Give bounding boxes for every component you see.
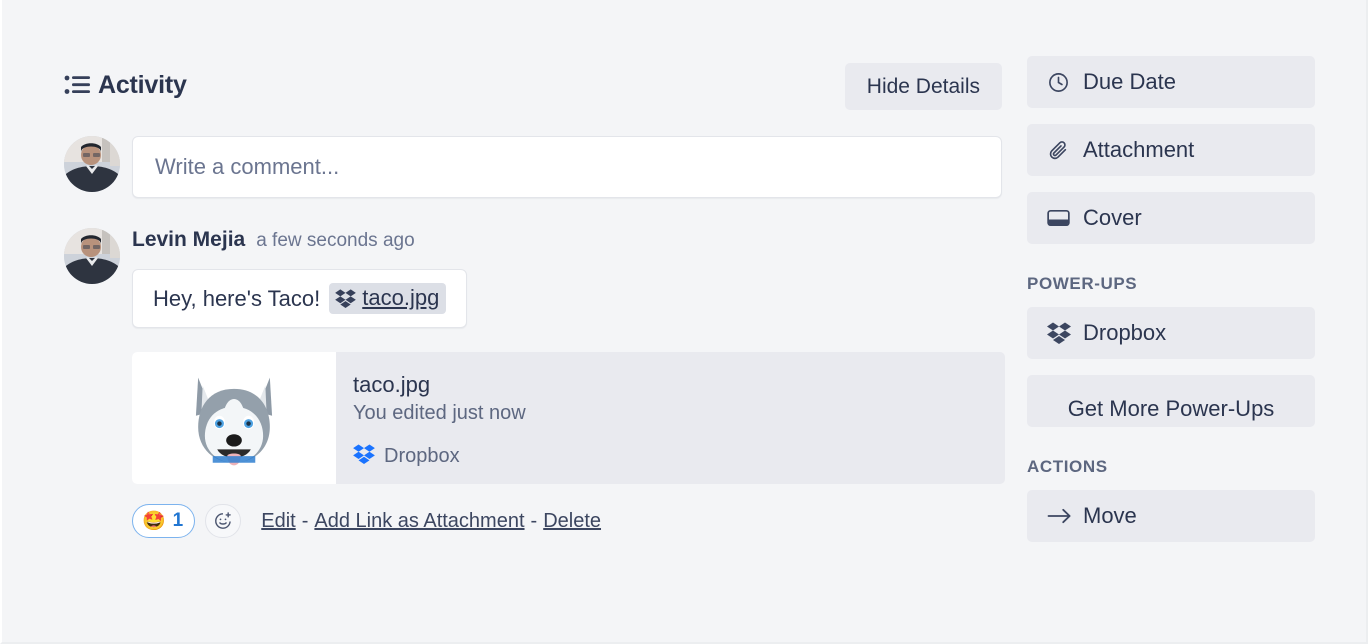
- search-input comment-input[interactable]: [133, 137, 1001, 197]
- sidebar-item-cover[interactable]: Cover: [1027, 192, 1315, 244]
- comment-actions-row: 🤩 1 Edit-Add Li: [132, 503, 1005, 539]
- avatar: [64, 228, 120, 284]
- sidebar-item-label: Dropbox: [1083, 320, 1166, 346]
- star-struck-emoji: 🤩: [142, 512, 166, 531]
- delete-link[interactable]: Delete: [543, 510, 601, 532]
- avatar: [64, 136, 120, 192]
- edit-link[interactable]: Edit: [261, 510, 295, 532]
- link-separator: -: [531, 510, 538, 532]
- comment-bubble[interactable]: Hey, here's Taco! taco.jpg: [132, 269, 467, 328]
- cover-icon: [1047, 208, 1077, 228]
- sidebar: Due Date Attachment Cover POWER-UPS: [1027, 56, 1315, 558]
- reaction-count: 1: [173, 510, 184, 532]
- attachment-chip-label[interactable]: taco.jpg: [362, 285, 439, 311]
- sidebar-item-attachment[interactable]: Attachment: [1027, 124, 1315, 176]
- activity-header: Activity Hide Details: [64, 56, 1002, 114]
- comment-timestamp: a few seconds ago: [256, 230, 414, 252]
- attachment-source-label: Dropbox: [384, 445, 460, 468]
- comment-link-group: Edit-Add Link as Attachment-Delete: [261, 510, 601, 533]
- attachment-chip[interactable]: taco.jpg: [329, 283, 446, 314]
- dropbox-icon: [1047, 322, 1077, 344]
- hide-details-button[interactable]: Hide Details: [845, 63, 1002, 110]
- comment-body: Levin Mejia a few seconds ago Hey, here'…: [132, 228, 1005, 539]
- comment-composer: [64, 136, 1002, 198]
- sidebar-item-label: Move: [1083, 503, 1137, 529]
- sidebar-item-dropbox[interactable]: Dropbox: [1027, 307, 1315, 359]
- paperclip-icon: [1047, 139, 1077, 162]
- activity-list-icon: [64, 74, 98, 96]
- comment-text: Hey, here's Taco!: [153, 286, 320, 312]
- husky-dog-image: [178, 362, 290, 474]
- comment-author: Levin Mejia: [132, 228, 245, 252]
- link-separator: -: [302, 510, 309, 532]
- comment-input-wrapper[interactable]: [132, 136, 1002, 198]
- dropbox-icon: [335, 289, 356, 308]
- dropbox-icon: [353, 444, 375, 469]
- activity-section: Activity Hide Details Levin Mejia a few …: [64, 56, 1002, 539]
- attachment-source: Dropbox: [353, 444, 1005, 469]
- get-more-power-ups-button[interactable]: Get More Power-Ups: [1027, 375, 1315, 427]
- sidebar-item-label: Attachment: [1083, 137, 1194, 163]
- card-detail-panel: Activity Hide Details Levin Mejia a few …: [0, 0, 1368, 644]
- reaction-pill[interactable]: 🤩 1: [132, 504, 195, 538]
- arrow-right-icon: [1047, 507, 1077, 525]
- add-reaction-icon[interactable]: [205, 504, 241, 538]
- sidebar-heading-actions: ACTIONS: [1027, 457, 1315, 477]
- clock-icon: [1047, 71, 1077, 94]
- comment-meta: Levin Mejia a few seconds ago: [132, 228, 1005, 258]
- sidebar-item-label: Cover: [1083, 205, 1142, 231]
- get-more-power-ups-label: Get More Power-Ups: [1027, 396, 1315, 422]
- attachment-subtitle: You edited just now: [353, 402, 1005, 425]
- sidebar-heading-power-ups: POWER-UPS: [1027, 274, 1315, 294]
- page-title: Activity: [98, 71, 187, 100]
- comment-item: Levin Mejia a few seconds ago Hey, here'…: [64, 228, 1002, 539]
- attachment-info: taco.jpg You edited just now Dropbox: [336, 352, 1005, 484]
- attachment-thumbnail[interactable]: [132, 352, 336, 484]
- sidebar-item-label: Due Date: [1083, 69, 1176, 95]
- sidebar-item-due-date[interactable]: Due Date: [1027, 56, 1315, 108]
- add-link-as-attachment-link[interactable]: Add Link as Attachment: [314, 510, 524, 532]
- attachment-name: taco.jpg: [353, 371, 1005, 399]
- sidebar-item-move[interactable]: Move: [1027, 490, 1315, 542]
- attachment-card[interactable]: taco.jpg You edited just now Dropbox: [132, 352, 1005, 484]
